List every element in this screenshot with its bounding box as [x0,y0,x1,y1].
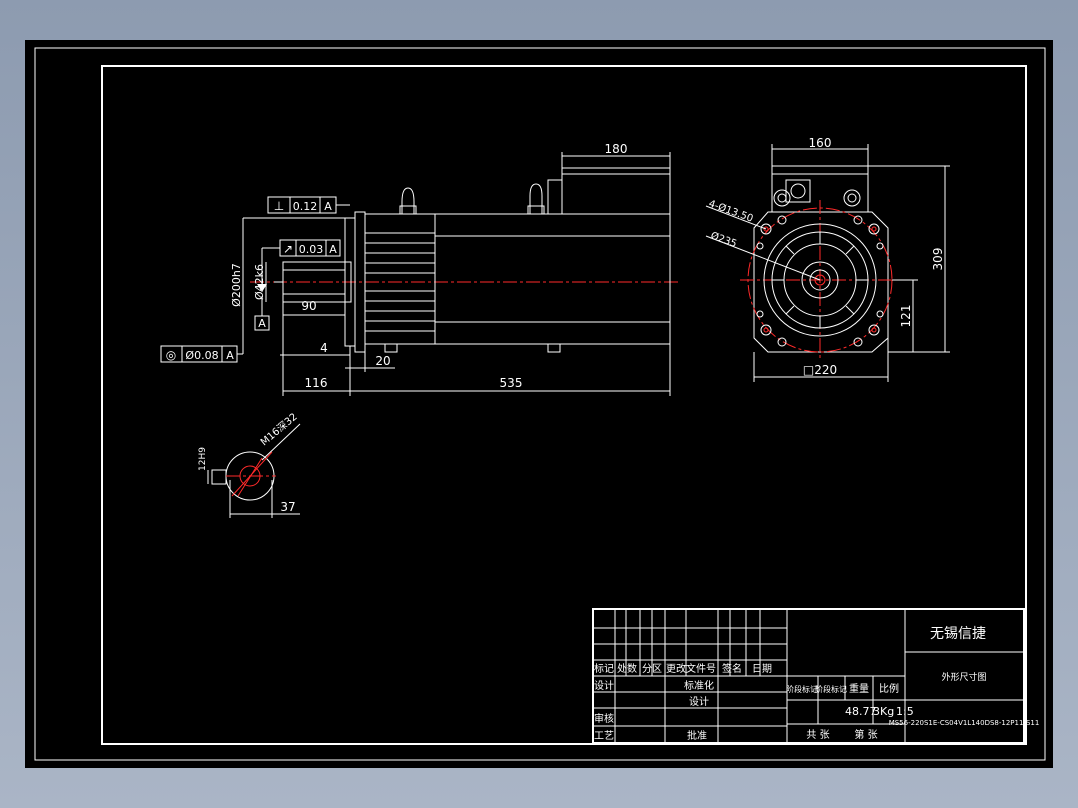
dim-junction-width: 160 [809,136,832,150]
tb-process: 工艺 [594,730,614,742]
tb-part-number: MS56-220S1E-CS04V1L140DS8-12P11-S11 [889,719,1040,727]
tb-stage-mark-2: 阶段标记 [815,684,847,694]
tb-weight-value: 48.77 [845,705,877,718]
tb-header-0: 标记 [594,663,614,675]
dim-shaft-length: 116 [305,376,328,390]
svg-text:A: A [226,349,234,362]
dim-pilot-diameter: Ø200h7 [230,263,243,307]
tb-stage-mark: 阶段标记 [786,684,818,694]
dim-key-height: 37 [280,500,295,514]
tb-header-1: 处数 [617,662,637,675]
svg-text:Ø0.08: Ø0.08 [185,349,218,362]
svg-text:◎: ◎ [166,348,176,362]
tb-standardization: 标准化 [684,679,714,692]
svg-text:⊥: ⊥ [274,199,284,213]
tb-design: 设计 [594,679,614,692]
tb-sheet-no: 第 张 [854,728,877,741]
tb-header-3: 更改文件号 [666,662,716,675]
tb-design-2: 设计 [689,695,709,708]
dim-shoulder: 20 [375,354,390,368]
tb-company: 无锡信捷 [930,626,986,642]
tb-weight-label: 重量 [849,682,869,695]
tb-scale: 1:5 [896,705,914,718]
tb-weight-unit: 3Kg [873,705,894,718]
dim-total-height: 309 [931,248,945,271]
drawing-sheet: 180 90 4 20 116 535 Ø200h7 Ø42k6 ⊥ 0.12 [25,40,1053,768]
dim-key-length: 90 [301,299,316,313]
dim-key-width: 12H9 [198,447,208,471]
svg-text:0.03: 0.03 [299,243,324,256]
tb-scale-label: 比例 [879,682,899,695]
svg-text:0.12: 0.12 [293,200,318,213]
tb-header-5: 日期 [752,663,772,675]
tb-drawing-title: 外形尺寸图 [941,671,986,683]
dim-flange-thickness: 4 [320,341,328,355]
tb-review: 审核 [594,712,614,725]
svg-text:↗: ↗ [283,242,293,256]
tb-approve: 批准 [687,729,707,742]
tb-header-2: 分区 [642,663,662,675]
dim-body-length: 535 [500,376,523,390]
tb-sheet-total: 共 张 [806,729,829,741]
dim-shaft-diameter: Ø42k6 [253,264,266,300]
dim-junction-length: 180 [605,142,628,156]
dim-center-height: 121 [899,305,913,328]
dim-frame-square: □220 [803,363,837,377]
drawing-canvas [25,40,1053,768]
svg-text:A: A [258,317,266,330]
svg-text:A: A [329,243,337,256]
tb-header-4: 签名 [722,662,742,675]
svg-text:A: A [324,200,332,213]
